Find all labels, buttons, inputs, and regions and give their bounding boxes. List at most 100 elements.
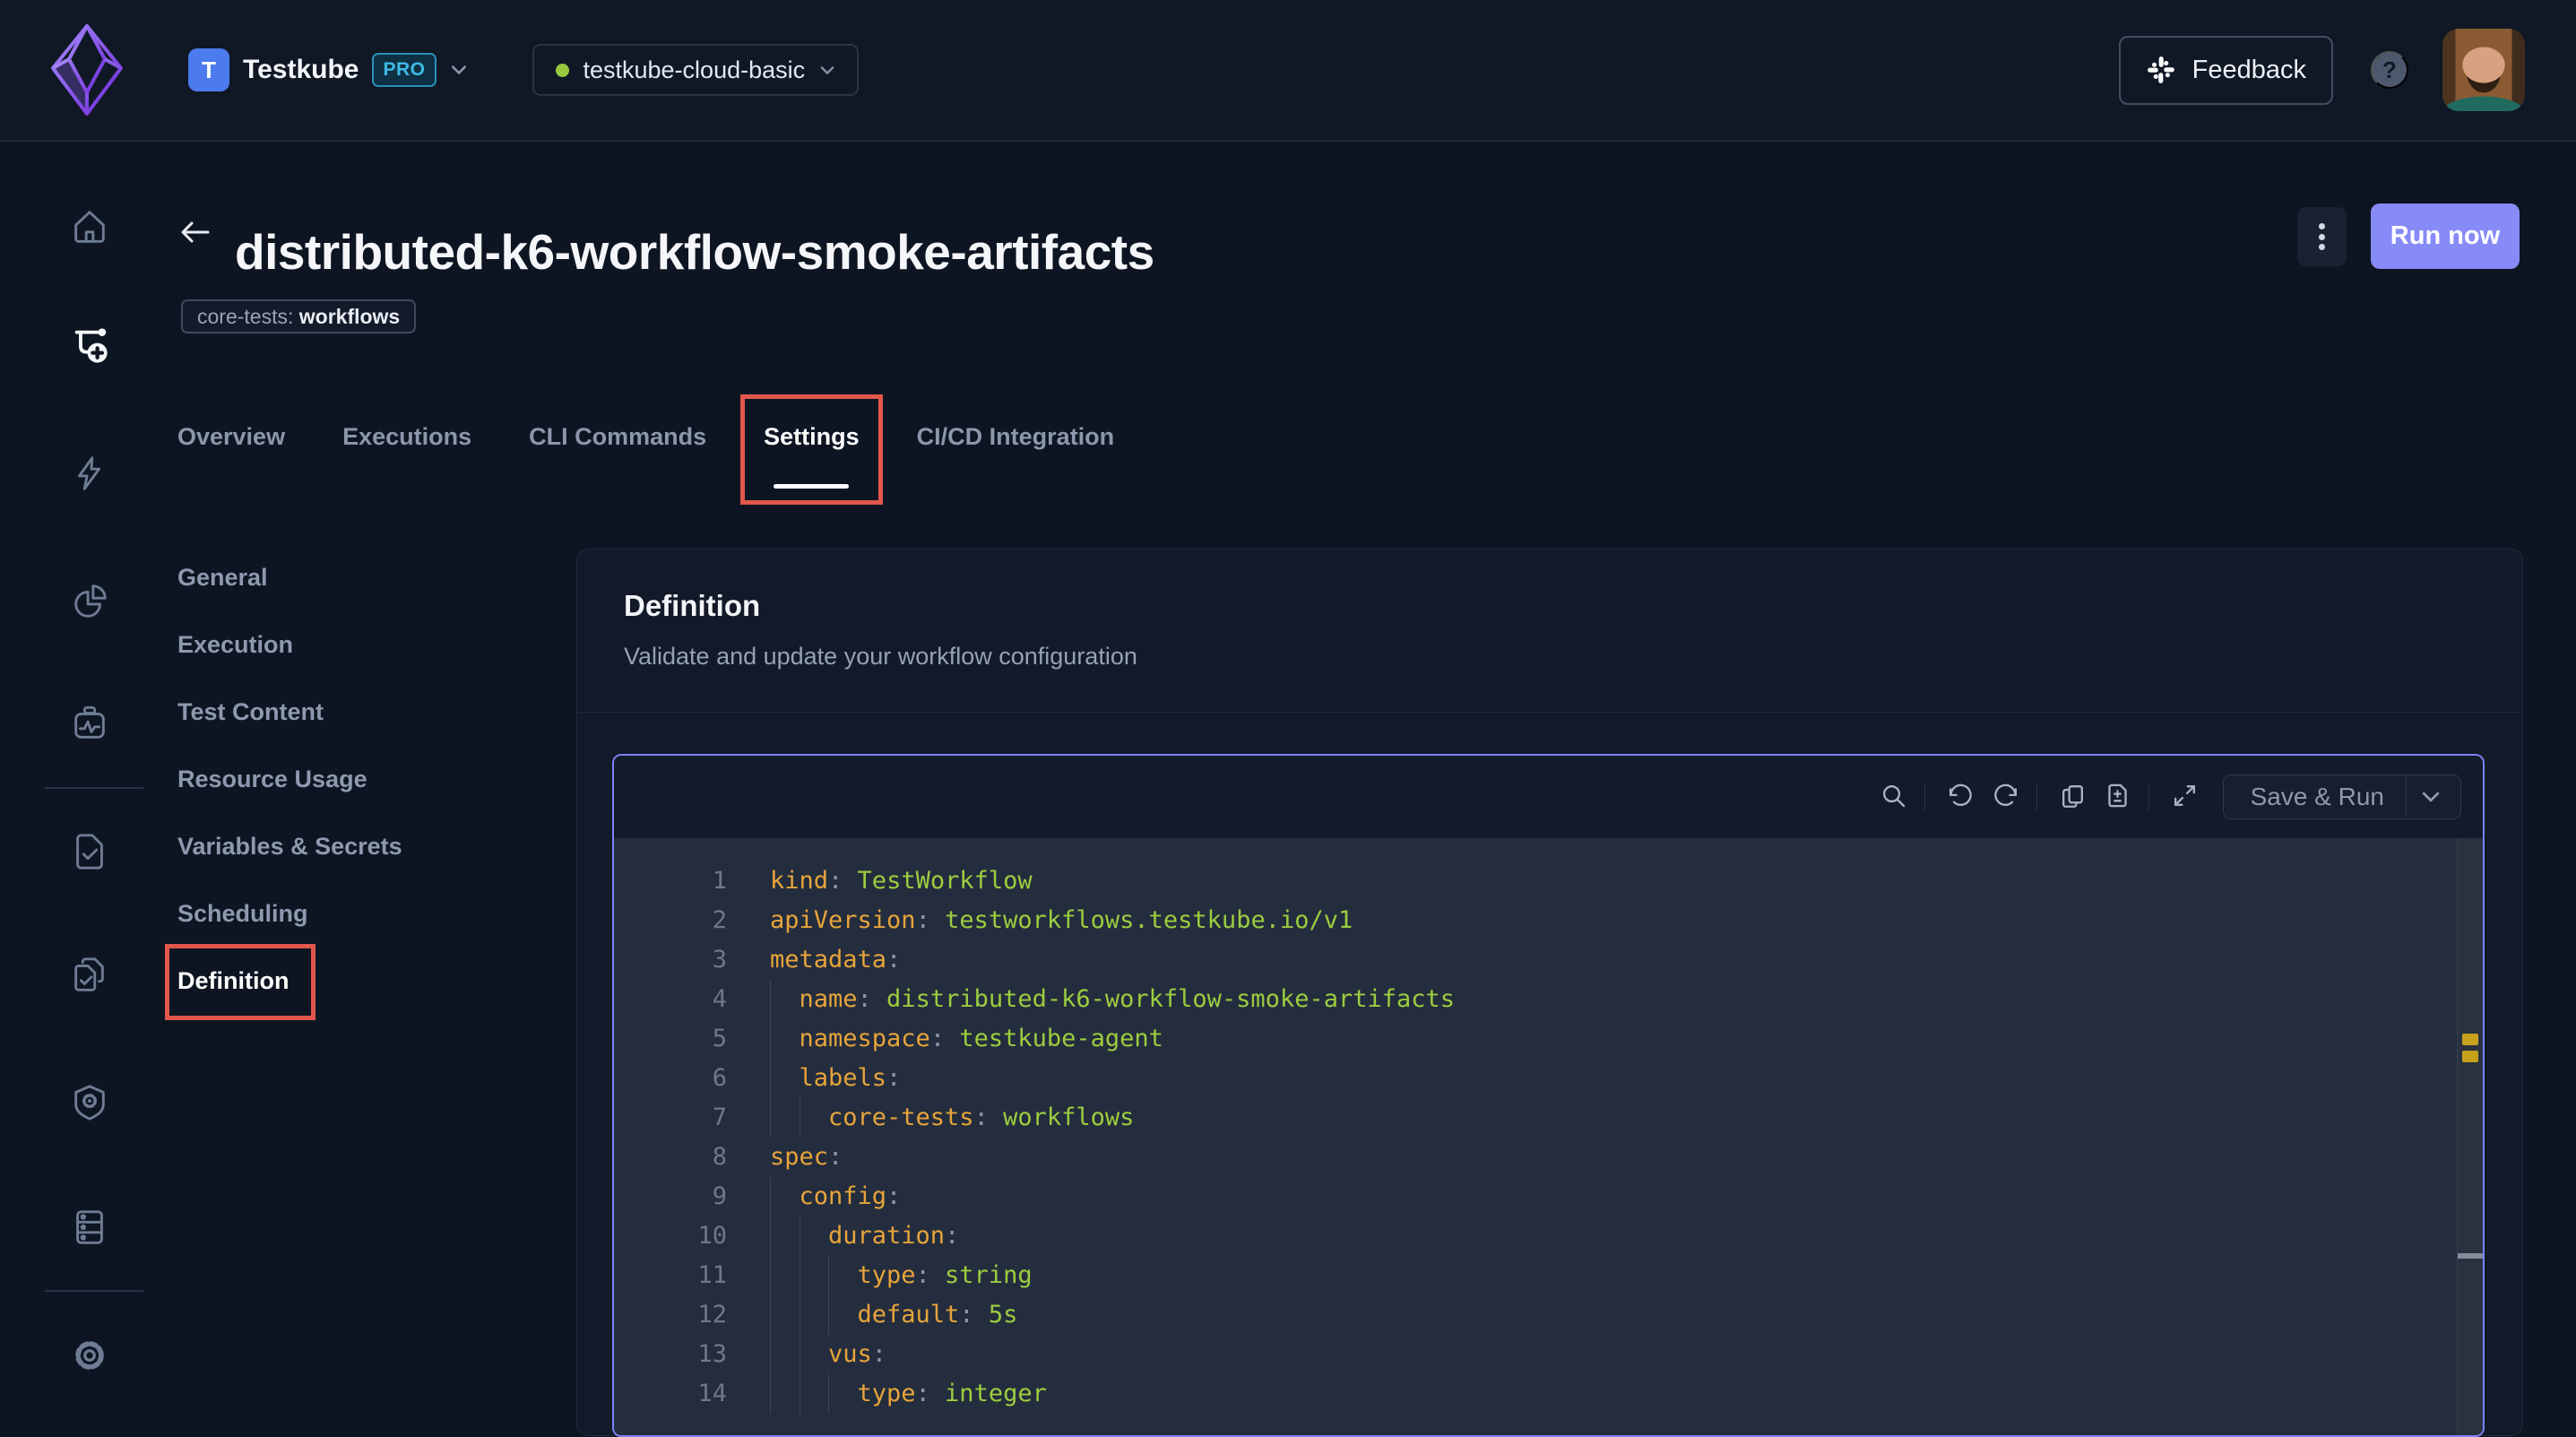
subnav-item-resource-usage[interactable]: Resource Usage (177, 767, 500, 792)
sidebar-item-home[interactable] (69, 206, 110, 247)
line-number: 12 (614, 1295, 727, 1335)
subnav-label: Test Content (177, 698, 324, 725)
sidebar-item-gear[interactable] (69, 1335, 110, 1376)
line-number: 10 (614, 1216, 727, 1256)
file-diff-button[interactable] (2098, 780, 2132, 814)
subnav-item-scheduling[interactable]: Scheduling (177, 902, 500, 926)
yaml-colon: : (930, 1025, 945, 1052)
yaml-key: vus (828, 1340, 872, 1368)
indent-guide (770, 1098, 800, 1138)
yaml-colon: : (916, 1380, 930, 1407)
environment-selector[interactable]: testkube-cloud-basic (532, 44, 860, 96)
rail-divider (45, 1290, 143, 1292)
tab-label: CI/CD Integration (917, 423, 1115, 450)
run-now-button[interactable]: Run now (2371, 203, 2520, 269)
yaml-colon: : (974, 1104, 989, 1131)
indent-guide (800, 1098, 829, 1138)
subnav-item-definition[interactable]: Definition (177, 969, 500, 993)
chevron-down-icon (819, 65, 835, 75)
user-avatar[interactable] (2442, 29, 2525, 111)
expand-icon (2171, 782, 2199, 812)
tab-ci-cd-integration[interactable]: CI/CD Integration (917, 394, 1115, 505)
line-number: 1 (614, 861, 727, 901)
code-line: 4name: distributed-k6-workflow-smoke-art… (614, 980, 2483, 1019)
subnav-item-general[interactable]: General (177, 566, 500, 590)
sidebar-item-docs-stack[interactable] (69, 954, 110, 995)
subnav-item-variables-secrets[interactable]: Variables & Secrets (177, 835, 500, 859)
toolbar-divider (1924, 783, 1925, 810)
tab-label: Executions (342, 423, 471, 450)
sidebar-item-doc-check[interactable] (69, 831, 110, 872)
code-line: 8spec: (614, 1138, 2483, 1177)
code-line: 1kind: TestWorkflow (614, 861, 2483, 901)
chevron-down-icon[interactable] (2407, 791, 2455, 803)
line-number: 4 (614, 980, 727, 1019)
sidebar-item-server[interactable] (69, 1207, 110, 1248)
code-line: 2apiVersion: testworkflows.testkube.io/v… (614, 901, 2483, 940)
yaml-colon: : (916, 1261, 930, 1289)
pie-chart-icon (69, 581, 110, 622)
shield-gear-icon (69, 1082, 110, 1123)
yaml-value: workflows (989, 1104, 1135, 1131)
yaml-colon: : (828, 1143, 843, 1171)
undo-button[interactable] (1941, 780, 1975, 814)
sidebar-item-lightning[interactable] (69, 453, 110, 494)
back-button[interactable] (176, 217, 215, 249)
yaml-colon: : (945, 1222, 959, 1250)
yaml-value: string (930, 1261, 1033, 1289)
indent-guide (800, 1335, 829, 1374)
indent-guide (770, 1216, 800, 1256)
more-actions-button[interactable] (2297, 207, 2347, 266)
redo-button[interactable] (1986, 780, 2020, 814)
org-avatar: T (188, 48, 229, 91)
save-and-run-label: Save & Run (2229, 783, 2406, 811)
help-button[interactable]: ? (2371, 51, 2408, 89)
yaml-key: name (800, 985, 858, 1013)
code-line: 14type: integer (614, 1374, 2483, 1414)
subnav-item-test-content[interactable]: Test Content (177, 700, 500, 724)
scrollbar-thumb[interactable] (2458, 1253, 2483, 1259)
code-line: 7core-tests: workflows (614, 1098, 2483, 1138)
subnav-label: General (177, 564, 268, 591)
tab-settings[interactable]: Settings (764, 394, 860, 505)
line-number: 3 (614, 940, 727, 980)
yaml-key: spec (770, 1143, 828, 1171)
yaml-value: distributed-k6-workflow-smoke-artifacts (872, 985, 1455, 1013)
line-number: 2 (614, 901, 727, 940)
subnav-label: Resource Usage (177, 766, 367, 792)
indent-guide (770, 1295, 800, 1335)
yaml-key: metadata (770, 946, 886, 974)
sidebar-item-add-workflow[interactable] (69, 325, 110, 366)
testkube-logo (49, 23, 125, 117)
code-line: 13vus: (614, 1335, 2483, 1374)
search-button[interactable] (1874, 780, 1908, 814)
subnav-item-execution[interactable]: Execution (177, 633, 500, 657)
expand-button[interactable] (2165, 780, 2200, 814)
sidebar-item-monitor[interactable] (69, 703, 110, 744)
overview-ruler[interactable] (2457, 838, 2483, 1435)
line-number: 6 (614, 1059, 727, 1098)
kebab-icon (2319, 220, 2325, 255)
tab-executions[interactable]: Executions (342, 394, 471, 505)
indent-guide (828, 1374, 858, 1414)
label-chip: core-tests: workflows (181, 299, 416, 333)
org-name: Testkube (243, 55, 359, 85)
label-value: workflows (293, 305, 400, 329)
tab-cli-commands[interactable]: CLI Commands (529, 394, 706, 505)
arrow-left-icon (177, 217, 213, 247)
yaml-colon: : (959, 1301, 973, 1329)
definition-card: Definition Validate and update your work… (576, 549, 2523, 1436)
yaml-key: kind (770, 867, 828, 895)
indent-guide (770, 980, 800, 1019)
ruler-marker (2462, 1034, 2478, 1045)
docs-stack-icon (69, 954, 110, 995)
code-area[interactable]: 1kind: TestWorkflow2apiVersion: testwork… (614, 838, 2483, 1435)
feedback-button[interactable]: Feedback (2119, 36, 2333, 105)
line-number: 14 (614, 1374, 727, 1414)
save-and-run-button[interactable]: Save & Run (2223, 775, 2461, 819)
sidebar-item-shield-gear[interactable] (69, 1082, 110, 1123)
sidebar-item-pie-chart[interactable] (69, 581, 110, 622)
copy-button[interactable] (2053, 780, 2088, 814)
org-switcher[interactable]: T Testkube PRO (188, 48, 468, 91)
tab-overview[interactable]: Overview (177, 394, 285, 505)
